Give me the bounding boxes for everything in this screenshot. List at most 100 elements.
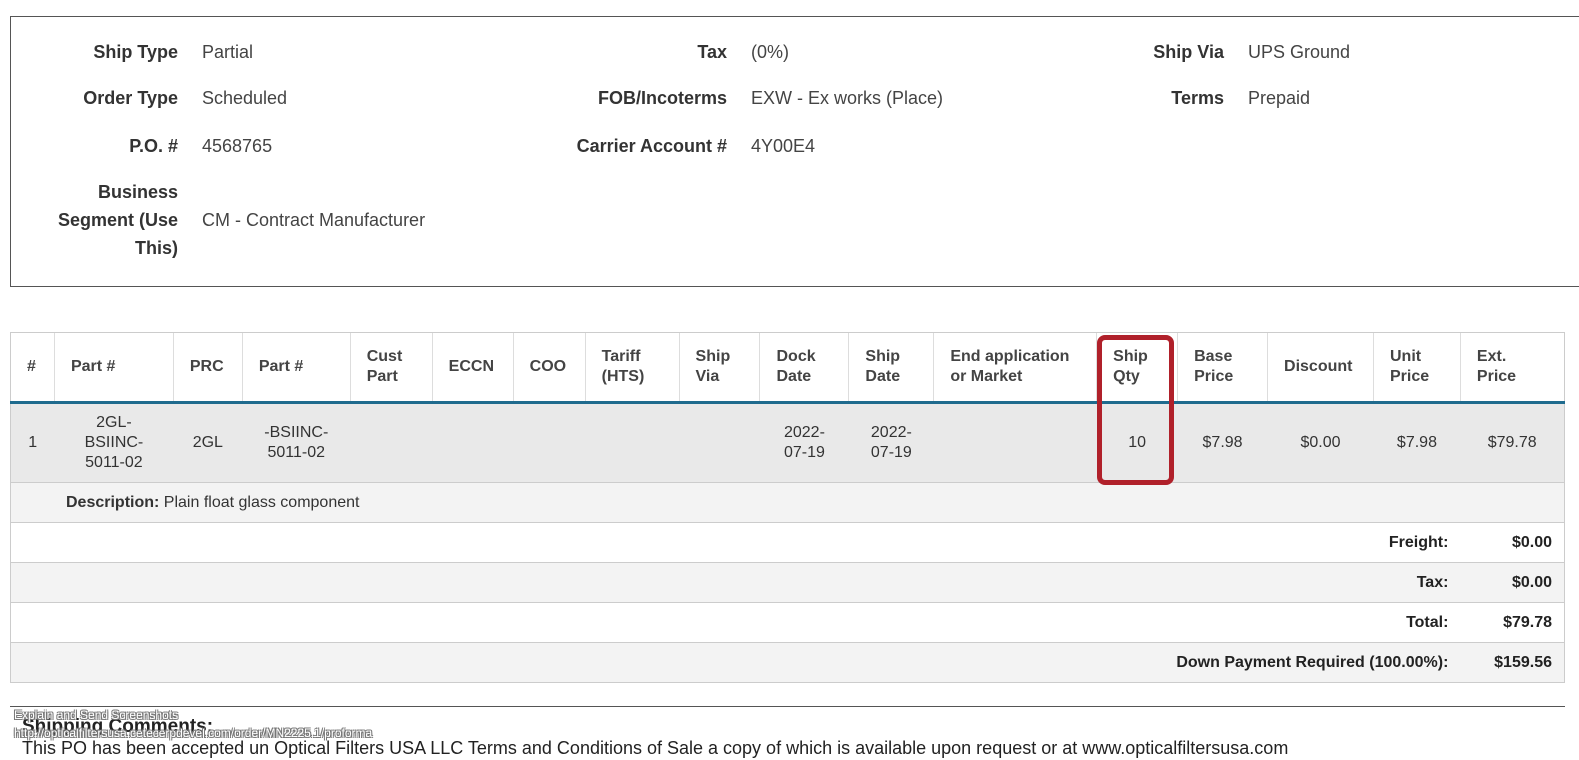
summary-row: Freight: $0.00 xyxy=(10,522,1566,563)
column-header-unit-price: Unit Price xyxy=(1372,332,1461,404)
cell-cust-part xyxy=(350,402,433,483)
summary-value: $79.78 xyxy=(1460,602,1566,643)
cell-text: -BSIINC- xyxy=(264,424,329,441)
description-label: Description: xyxy=(66,493,160,511)
cell-text: 1 xyxy=(28,434,38,451)
column-header-end-application: End application or Market xyxy=(933,332,1097,404)
column-header-text: Price xyxy=(1389,368,1430,385)
description-row: Description: Plain float glass component xyxy=(10,482,1565,523)
column-header-text: Unit xyxy=(1389,348,1422,365)
column-header-discount: Discount xyxy=(1267,332,1374,404)
column-header-part-number-2: Part # xyxy=(241,332,351,404)
cell-text: 10 xyxy=(1128,434,1147,451)
cell-discount: $0.00 xyxy=(1267,402,1374,483)
column-header-text: Discount xyxy=(1284,358,1353,375)
column-header-text: PRC xyxy=(189,358,224,375)
column-header-base-price: Base Price xyxy=(1177,332,1268,404)
column-header-ship-via: Ship Via xyxy=(678,332,760,404)
ship-via-value: UPS Ground xyxy=(1248,42,1351,62)
cell-dock-date: 2022- 07-19 xyxy=(759,402,849,483)
column-header-text: Price xyxy=(1476,368,1517,385)
screenshot-overlay-url: http://opticalfiltersusa.cetecerpdevel.c… xyxy=(14,726,373,740)
cell-ship-via xyxy=(679,402,760,483)
business-segment-label-line: This) xyxy=(135,238,178,258)
column-header-dock-date: Dock Date xyxy=(759,332,849,404)
cell-text: 2GL xyxy=(192,434,223,451)
shipping-comments-text: This PO has been accepted un Optical Fil… xyxy=(22,738,1289,758)
column-header-text: Ship xyxy=(865,348,901,365)
carrier-account-field: Carrier Account # 4Y00E4 xyxy=(11,132,815,160)
column-header-text: Dock xyxy=(776,348,816,365)
column-header-text: (HTS) xyxy=(601,368,645,385)
column-header-eccn: ECCN xyxy=(431,332,514,404)
business-segment-label-line: Segment (Use xyxy=(57,210,178,230)
cell-prc: 2GL xyxy=(173,402,243,483)
column-header-text: Ext. xyxy=(1476,348,1507,365)
column-header-text: Qty xyxy=(1113,368,1140,385)
terms-label: Terms xyxy=(1171,88,1224,108)
cell-text: 5011-02 xyxy=(85,454,143,471)
screenshot-overlay-label: Explain and Send Screenshots xyxy=(14,708,179,722)
terms-value: Prepaid xyxy=(1248,88,1311,108)
carrier-account-value: 4Y00E4 xyxy=(751,136,816,156)
cell-text: 2022- xyxy=(783,424,825,441)
column-header-text: COO xyxy=(529,358,567,375)
cell-ext-price: $79.78 xyxy=(1460,402,1566,483)
summary-row: Total: $79.78 xyxy=(10,602,1566,643)
cell-coo xyxy=(513,402,586,483)
column-header-text: or Market xyxy=(950,368,1023,385)
cell-text: 2GL- xyxy=(96,414,132,431)
column-header-text: Date xyxy=(776,368,812,385)
business-segment-label: Business Segment (Use This) xyxy=(11,178,178,262)
summary-value: $159.56 xyxy=(1460,642,1566,683)
cell-text: 2022- xyxy=(870,424,912,441)
cell-ship-qty: 10 xyxy=(1096,402,1178,483)
ship-via-field: Ship Via UPS Ground xyxy=(11,38,1350,66)
column-header-part-number: Part # xyxy=(53,332,174,404)
column-header-text: ECCN xyxy=(448,358,494,375)
cell-tariff-hts xyxy=(585,402,680,483)
column-header-text: # xyxy=(27,358,36,375)
cell-text: $79.78 xyxy=(1487,434,1537,451)
column-header-line-number: # xyxy=(10,332,55,404)
column-header-text: Part # xyxy=(70,358,116,375)
column-header-cust-part: Cust Part xyxy=(349,332,433,404)
description-cell: Description: Plain float glass component xyxy=(10,482,1565,523)
cell-text: 07-19 xyxy=(783,444,825,461)
column-header-prc: PRC xyxy=(172,332,243,404)
summary-row: Tax: $0.00 xyxy=(10,562,1566,603)
cell-text: 07-19 xyxy=(870,444,912,461)
business-segment-label-line: Business xyxy=(97,182,178,202)
column-header-text: Part # xyxy=(258,358,304,375)
column-header-text: Tariff xyxy=(601,348,641,365)
column-header-text: Cust xyxy=(366,348,403,365)
column-header-text: Price xyxy=(1194,368,1234,385)
column-header-ship-qty: Ship Qty xyxy=(1096,332,1178,404)
section-divider xyxy=(10,706,1565,707)
description-text: Plain float glass component xyxy=(163,493,360,511)
cell-part-number: 2GL- BSIINC- 5011-02 xyxy=(54,402,174,483)
column-header-ship-date: Ship Date xyxy=(848,332,934,404)
summary-value: $0.00 xyxy=(1460,522,1566,563)
summary-label: Tax: xyxy=(10,562,1461,603)
column-header-text: Via xyxy=(695,368,720,385)
cell-end-application xyxy=(933,402,1097,483)
cell-eccn xyxy=(432,402,514,483)
column-header-text: Part xyxy=(366,368,398,385)
summary-row: Down Payment Required (100.00%): $159.56 xyxy=(10,642,1566,683)
carrier-account-label: Carrier Account # xyxy=(576,136,727,156)
cell-base-price: $7.98 xyxy=(1177,402,1268,483)
summary-label: Total: xyxy=(10,602,1461,643)
column-header-tariff-hts: Tariff (HTS) xyxy=(584,332,680,404)
column-header-text: Date xyxy=(865,368,901,385)
cell-text: $7.98 xyxy=(1396,434,1437,451)
cell-ship-date: 2022- 07-19 xyxy=(848,402,934,483)
cell-unit-price: $7.98 xyxy=(1373,402,1461,483)
summary-label: Down Payment Required (100.00%): xyxy=(10,642,1461,683)
cell-text: BSIINC- xyxy=(84,434,144,451)
cell-part-number-2: -BSIINC- 5011-02 xyxy=(242,402,351,483)
line-items-table: # Part # PRC Part # Cust Part ECCN COO Tariff (HT… xyxy=(10,332,1566,683)
column-header-text: Base xyxy=(1194,348,1233,365)
order-info-panel: Ship Type Partial Order Type Scheduled P… xyxy=(10,16,1579,287)
ship-via-label: Ship Via xyxy=(1153,42,1224,62)
